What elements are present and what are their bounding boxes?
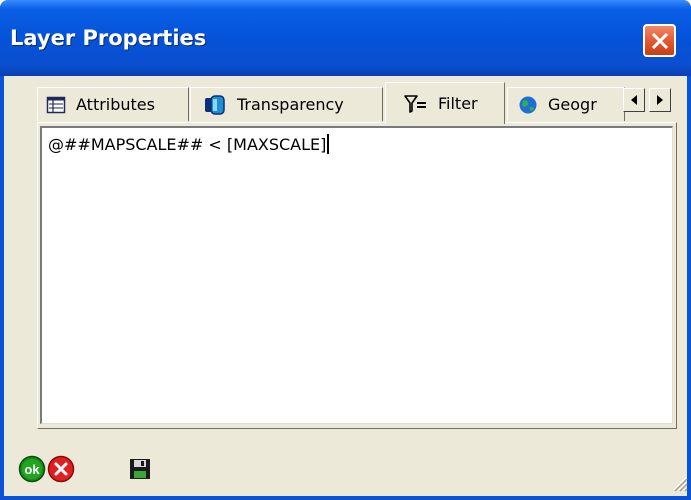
layer-properties-window: Layer Properties Attributes Transparency — [0, 0, 691, 500]
tab-scroll-left-button[interactable] — [623, 88, 645, 112]
tab-transparency-label: Transparency — [237, 95, 344, 114]
title-bar[interactable]: Layer Properties — [0, 0, 691, 76]
arrow-left-icon — [631, 95, 637, 105]
close-button[interactable] — [643, 24, 676, 57]
text-caret — [327, 134, 330, 154]
table-icon — [46, 96, 66, 113]
tab-filter[interactable]: Filter — [385, 82, 505, 124]
filter-expression-text-wrap: @##MAPSCALE## < [MAXSCALE] — [48, 134, 330, 154]
close-icon — [651, 32, 668, 49]
ok-label: ok — [24, 462, 40, 477]
arrow-right-icon — [657, 95, 663, 105]
ok-icon[interactable]: ok — [18, 455, 46, 483]
tab-transparency[interactable]: Transparency — [190, 87, 383, 121]
save-icon[interactable] — [126, 455, 154, 483]
resize-grip-icon[interactable] — [670, 474, 688, 492]
tab-attributes[interactable]: Attributes — [37, 87, 189, 121]
tab-geography-label: Geogr — [548, 95, 597, 114]
window-title: Layer Properties — [10, 26, 207, 50]
filter-expression-text: @##MAPSCALE## < [MAXSCALE] — [48, 135, 327, 154]
filter-icon — [404, 94, 426, 113]
tab-geography[interactable]: Geogr — [507, 87, 625, 121]
tab-attributes-label: Attributes — [76, 95, 155, 114]
tab-scroll-right-button[interactable] — [649, 88, 671, 112]
globe-icon — [519, 96, 537, 113]
cancel-icon[interactable] — [47, 455, 75, 483]
tab-filter-label: Filter — [438, 94, 478, 113]
transparency-icon — [205, 94, 225, 115]
filter-expression-editor[interactable]: @##MAPSCALE## < [MAXSCALE] — [40, 126, 673, 424]
